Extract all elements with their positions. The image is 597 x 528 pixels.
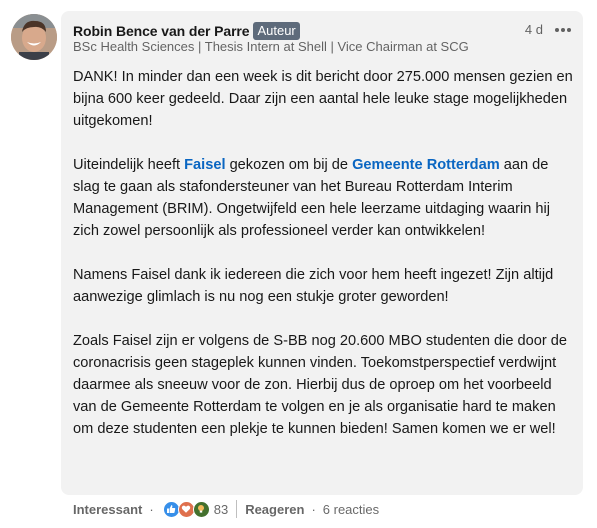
mention-faisel[interactable]: Faisel [184,157,225,173]
comment-body: DANK! In minder dan een week is dit beri… [73,66,573,440]
reaction-count: 83 [213,501,229,517]
comment-bubble: Robin Bence van der Parre Auteur BSc Hea… [61,11,583,495]
author-name[interactable]: Robin Bence van der Parre [73,23,250,39]
replies-count[interactable]: 6 reacties [323,502,379,517]
mention-gemeente-rotterdam[interactable]: Gemeente Rotterdam [352,157,500,173]
author-badge: Auteur [253,22,300,40]
react-button[interactable]: Interessant [73,502,142,517]
paragraph-4: Zoals Faisel zijn er volgens de S-BB nog… [73,333,568,437]
separator-dot: · [311,501,316,517]
paragraph-3: Namens Faisel dank ik iedereen die zich … [73,267,554,305]
paragraph-2: Uiteindelijk heeft Faisel gekozen om bij… [73,157,550,239]
reactions-summary[interactable]: 83 [162,500,229,518]
author-row: Robin Bence van der Parre Auteur [73,21,300,41]
more-options-icon[interactable] [553,21,573,39]
author-headline: BSc Health Sciences | Thesis Intern at S… [73,39,469,54]
paragraph-1: DANK! In minder dan een week is dit beri… [73,69,573,129]
reply-button[interactable]: Reageren [245,502,304,517]
insightful-icon [192,500,210,518]
comment-actions: Interessant · 83 Reageren · 6 reacties [73,498,379,520]
avatar[interactable] [11,14,57,60]
separator-dot: · [149,501,154,517]
action-divider [236,500,238,518]
comment-time: 4 d [524,22,543,37]
